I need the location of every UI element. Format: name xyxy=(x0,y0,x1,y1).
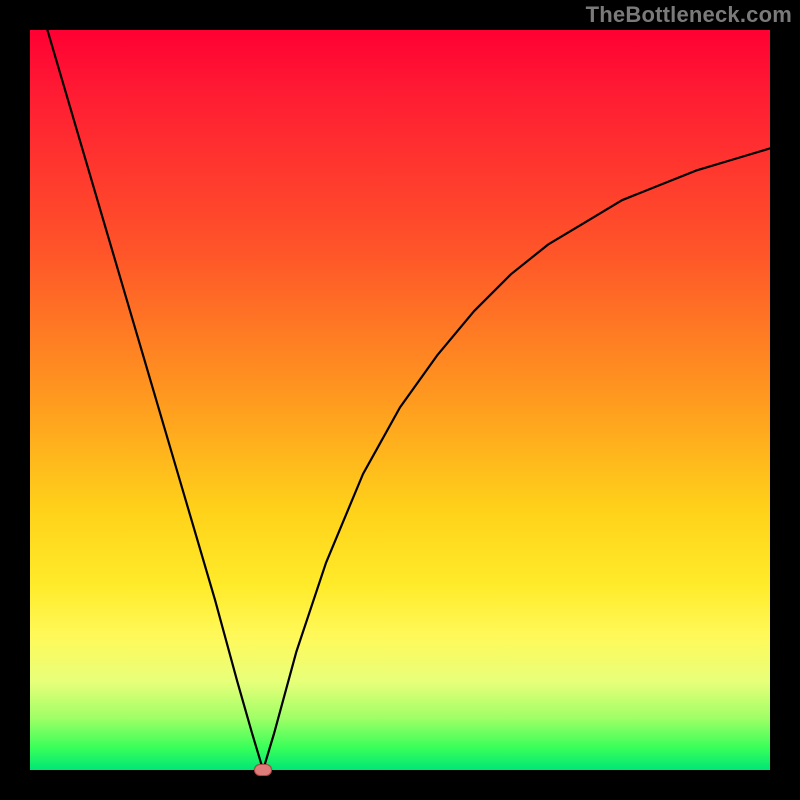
optimum-marker xyxy=(254,764,272,776)
watermark-text: TheBottleneck.com xyxy=(586,2,792,28)
chart-frame: TheBottleneck.com xyxy=(0,0,800,800)
curve-svg xyxy=(30,30,770,770)
plot-area xyxy=(30,30,770,770)
bottleneck-curve xyxy=(30,30,770,770)
